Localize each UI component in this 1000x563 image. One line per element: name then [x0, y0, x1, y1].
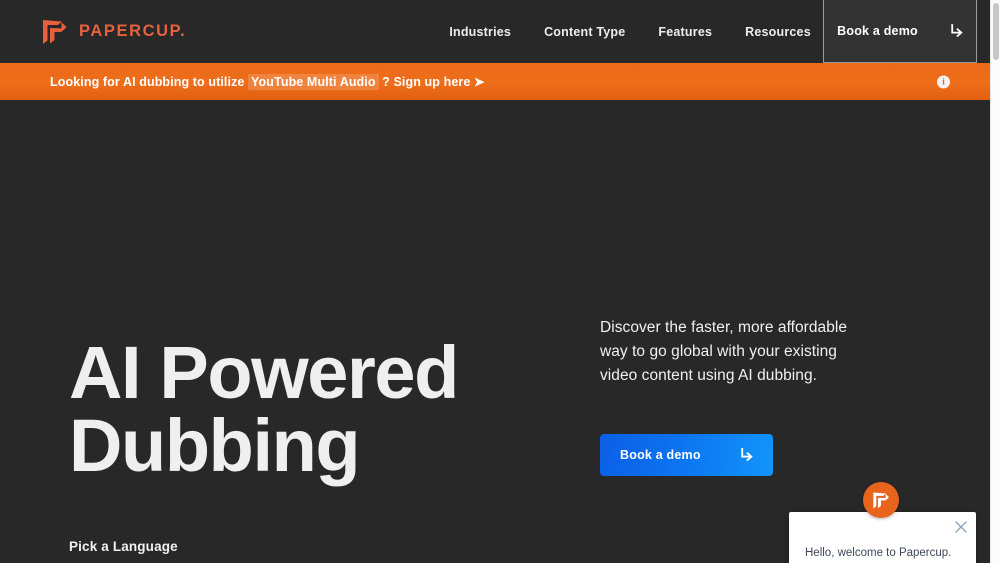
vertical-scrollbar[interactable]	[990, 0, 1000, 563]
page-root: PAPERCUP. Industries Content Type Featur…	[0, 0, 990, 563]
announcement-banner-text: Looking for AI dubbing to utilize YouTub…	[50, 74, 485, 90]
chat-greeting-line-1: Hello, welcome to Papercup.	[805, 547, 952, 559]
close-x-icon[interactable]	[955, 521, 967, 533]
chat-greeting-popup: Hello, welcome to Papercup. How can I he…	[789, 482, 976, 563]
banner-prefix: Looking for AI dubbing to utilize	[50, 75, 249, 89]
chat-greeting-text: Hello, welcome to Papercup. How can I he…	[805, 543, 951, 563]
header-book-a-demo-label: Book a demo	[837, 23, 918, 38]
announcement-banner[interactable]: Looking for AI dubbing to utilize YouTub…	[0, 63, 990, 100]
top-navigation-bar: PAPERCUP. Industries Content Type Featur…	[0, 0, 990, 63]
hero-description: Discover the faster, more affordable way…	[600, 319, 848, 384]
hero-book-a-demo-label: Book a demo	[620, 448, 701, 462]
papercup-play-logo-icon	[41, 18, 68, 46]
nav-link-features[interactable]: Features	[658, 25, 712, 39]
banner-suffix: ? Sign up here ➤	[378, 75, 485, 89]
brand-dot: .	[180, 22, 187, 40]
nav-link-resources[interactable]: Resources	[745, 25, 811, 39]
brand-wordmark: PAPERCUP.	[79, 22, 187, 40]
banner-highlight: YouTube Multi Audio	[248, 74, 379, 90]
corner-down-right-arrow-icon	[740, 448, 753, 462]
brand-logo[interactable]: PAPERCUP.	[41, 18, 186, 46]
vertical-scrollbar-thumb[interactable]	[993, 3, 999, 60]
chat-avatar	[863, 482, 899, 518]
corner-down-right-arrow-icon	[950, 23, 963, 38]
page-title: AI Powered Dubbing	[69, 331, 459, 488]
nav-link-content-type[interactable]: Content Type	[544, 25, 625, 39]
nav-link-industries[interactable]: Industries	[449, 25, 511, 39]
hero-section: AI Powered Dubbing Discover the faster, …	[0, 100, 990, 563]
hero-book-a-demo-button[interactable]: Book a demo	[600, 434, 773, 476]
primary-nav-links: Industries Content Type Features Resourc…	[449, 25, 872, 39]
papercup-play-logo-icon	[872, 491, 890, 510]
language-picker-label: Pick a Language	[69, 539, 178, 554]
info-circle-icon[interactable]: i	[937, 75, 950, 88]
header-book-a-demo-button[interactable]: Book a demo	[823, 0, 977, 63]
